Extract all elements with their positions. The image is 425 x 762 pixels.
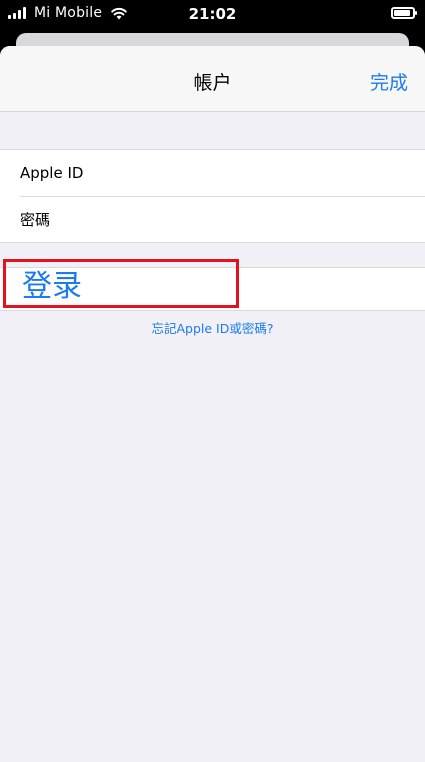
phone-screen: Mi Mobile 21:02 帳户 完成 Apple ID 密碼 登录 忘記A… (0, 0, 425, 762)
account-sheet: 帳户 完成 Apple ID 密碼 登录 忘記Apple ID或密碼? (0, 46, 425, 762)
password-field[interactable]: 密碼 (0, 196, 425, 242)
password-label: 密碼 (20, 210, 51, 229)
credentials-group: Apple ID 密碼 (0, 149, 425, 243)
carrier-name: Mi Mobile (34, 5, 103, 21)
done-button[interactable]: 完成 (370, 68, 408, 95)
status-time: 21:02 (188, 5, 237, 23)
battery-icon (391, 7, 417, 19)
status-left: Mi Mobile (8, 5, 128, 21)
forgot-credentials-link[interactable]: 忘記Apple ID或密碼? (0, 318, 425, 337)
status-bar: Mi Mobile 21:02 (0, 0, 425, 30)
page-title: 帳户 (193, 72, 232, 94)
signal-icon (8, 7, 26, 19)
apple-id-field[interactable]: Apple ID (0, 150, 425, 196)
wifi-icon (111, 7, 127, 20)
nav-bar: 帳户 完成 (0, 46, 425, 112)
battery-fill (394, 10, 411, 16)
apple-id-label: Apple ID (20, 164, 84, 182)
login-highlight-box (3, 259, 239, 308)
